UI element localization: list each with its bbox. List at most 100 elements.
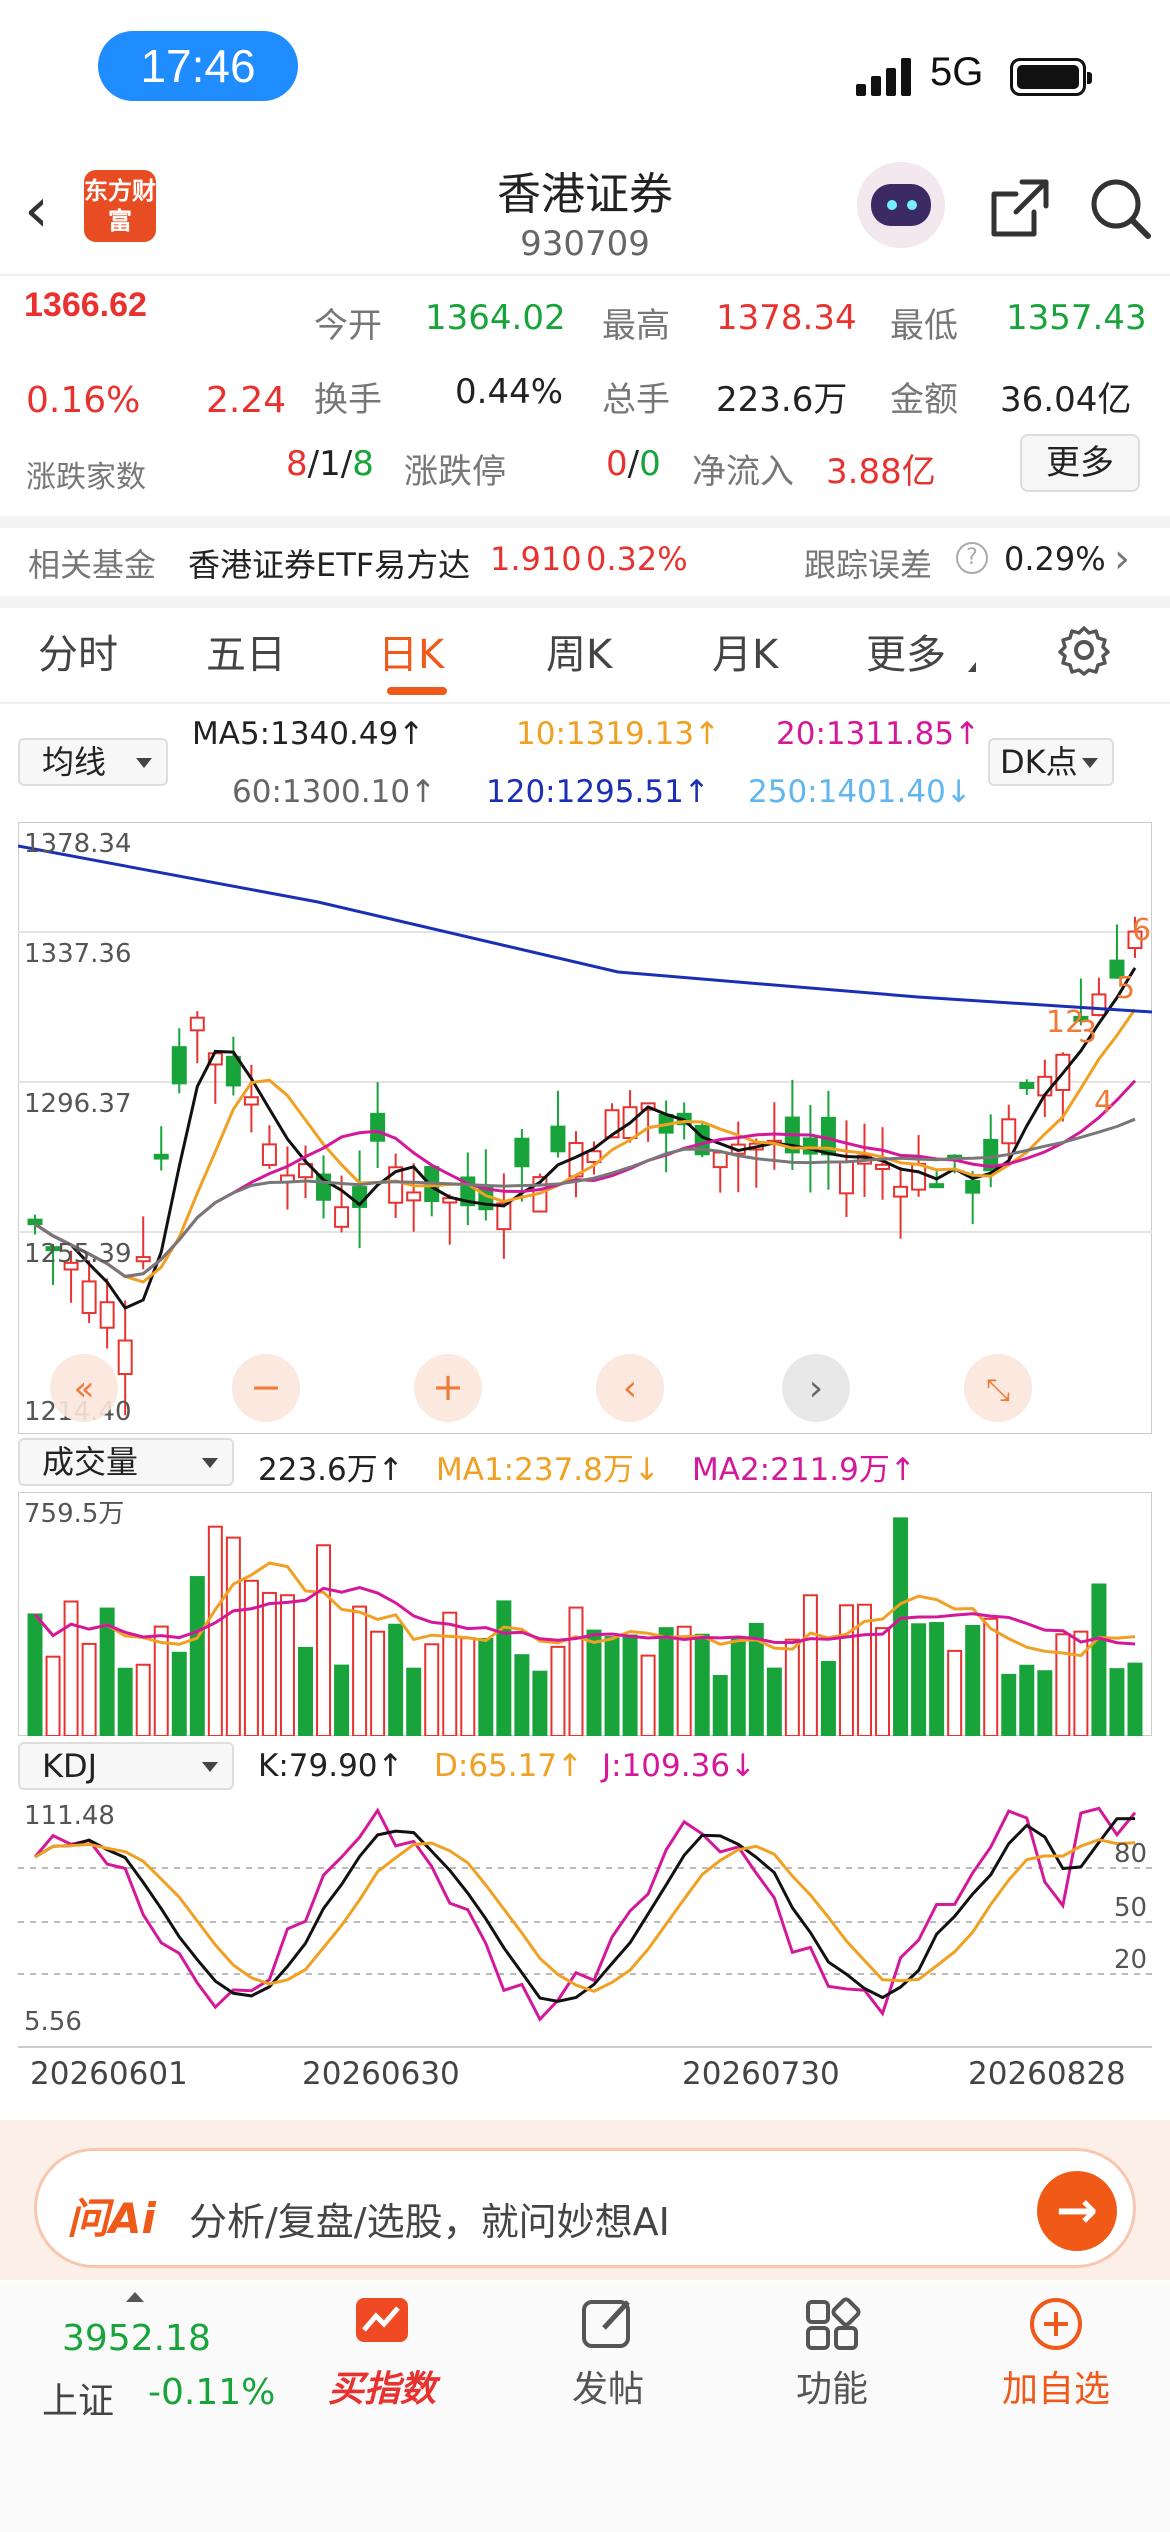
volume-bar: [63, 1600, 79, 1736]
kdj-chart: 111.48 5.56 80 50 20: [18, 1794, 1152, 2044]
indicator-selector-ma[interactable]: 均线: [18, 738, 168, 786]
jump-start-button[interactable]: «: [50, 1354, 118, 1422]
scroll-left-button[interactable]: ‹: [596, 1354, 664, 1422]
y-label-max: 1378.34: [24, 829, 132, 859]
volume-bar: [243, 1579, 259, 1736]
share-icon[interactable]: [988, 176, 1052, 240]
dk-point-button[interactable]: DK点: [988, 738, 1114, 786]
limit-label: 涨跌停: [404, 452, 506, 492]
tracking-error-value: 0.29%: [1004, 540, 1106, 578]
kline-chart[interactable]: 1378.34 1337.36 1296.37 1255.39 1214.40 …: [18, 822, 1152, 1434]
fund-label: 相关基金: [28, 546, 157, 584]
volume-bar: [784, 1638, 800, 1736]
volume-bar: [135, 1663, 151, 1736]
inflow-label: 净流入: [692, 452, 794, 492]
kline-candle: [117, 1339, 133, 1376]
high-value: 1378.34: [716, 298, 857, 338]
network-label: 5G: [930, 50, 984, 94]
volume-bar: [352, 1605, 368, 1736]
signal-icon: [856, 58, 916, 96]
volume-bar: [1091, 1583, 1107, 1736]
volume-bar: [586, 1629, 602, 1736]
volume-bar: [424, 1643, 440, 1736]
signal-marker-4: 4: [1094, 1085, 1113, 1120]
kline-candle: [81, 1280, 97, 1314]
fund-name[interactable]: 香港证券ETF易方达: [188, 540, 470, 586]
volume-bar: [911, 1623, 927, 1736]
volume-bar: [875, 1627, 891, 1736]
volume-bar: [820, 1660, 836, 1736]
volume-bar: [983, 1617, 999, 1736]
volume-bar: [1055, 1633, 1071, 1736]
kline-candle: [27, 1218, 43, 1226]
kdj-level-80: 80: [1114, 1839, 1147, 1869]
inflow-value: 3.88亿: [826, 452, 936, 492]
active-tab-indicator: [387, 687, 447, 695]
nav-functions[interactable]: 功能: [762, 2294, 902, 2412]
svg-text:‹: ‹: [623, 1368, 637, 1409]
kline-candle: [893, 1185, 909, 1198]
settings-gear-icon[interactable]: [1058, 624, 1110, 676]
nav-add-watchlist[interactable]: 加自选: [986, 2294, 1126, 2412]
status-bar: 17:46 5G: [0, 0, 1170, 140]
volume-bar: [316, 1544, 332, 1736]
volume-bar: [189, 1576, 205, 1736]
tab-more[interactable]: 更多: [866, 622, 946, 680]
ma5-value: MA5:1340.49↑: [192, 716, 425, 752]
help-icon[interactable]: ?: [956, 542, 988, 574]
zoom-in-button[interactable]: +: [414, 1354, 482, 1422]
kline-candle: [334, 1206, 350, 1228]
tab-weekly-k[interactable]: 周K: [546, 622, 612, 680]
nav-post[interactable]: 发帖: [538, 2294, 678, 2412]
svg-text:«: «: [74, 1369, 95, 1409]
more-button[interactable]: 更多: [1020, 434, 1140, 492]
tab-intraday[interactable]: 分时: [38, 622, 118, 680]
stock-header: ‹ 东方财富 香港证券 930709: [0, 140, 1170, 275]
fund-percent: 0.32%: [586, 540, 688, 578]
fullscreen-button[interactable]: ⤡: [964, 1354, 1032, 1422]
volume-bar: [658, 1627, 674, 1736]
low-label: 最低: [890, 306, 958, 346]
ai-logo: 问Ai: [67, 2194, 156, 2243]
signal-marker-5: 5: [1116, 971, 1135, 1006]
volume-bar: [334, 1664, 350, 1736]
volume-bar: [298, 1646, 313, 1736]
volume-bar: [838, 1604, 854, 1736]
edit-icon: [582, 2300, 630, 2348]
scroll-right-button[interactable]: ›: [782, 1354, 850, 1422]
volume-bar: [261, 1591, 277, 1736]
indicator-selector-volume[interactable]: 成交量: [18, 1438, 234, 1486]
kline-candle: [838, 1160, 854, 1195]
volume-bar: [965, 1624, 981, 1736]
chevron-right-icon[interactable]: ›: [1114, 536, 1130, 582]
volume-bar: [460, 1637, 476, 1736]
change-value: 2.24: [206, 380, 287, 421]
ai-robot-icon[interactable]: [857, 162, 945, 248]
ma250-value: 250:1401.40↓: [748, 774, 972, 810]
amount-label: 金额: [890, 380, 958, 420]
zoom-out-button[interactable]: −: [232, 1354, 300, 1422]
volume-bar: [676, 1625, 692, 1736]
ai-input[interactable]: 问Ai 分析/复盘/选股，就问妙想AI →: [34, 2148, 1136, 2268]
indicator-selector-kdj[interactable]: KDJ: [18, 1742, 234, 1790]
nav-buy-index[interactable]: 买指数: [312, 2294, 452, 2412]
tab-five-day[interactable]: 五日: [206, 622, 286, 680]
kline-candle: [965, 1179, 981, 1194]
search-icon[interactable]: [1086, 174, 1154, 242]
kline-candle: [370, 1112, 386, 1142]
kline-candle: [261, 1143, 277, 1166]
svg-text:+: +: [432, 1365, 464, 1409]
kdj-d-value: D:65.17↑: [434, 1748, 584, 1784]
kline-candle: [514, 1137, 530, 1168]
limit-values: 0/0: [606, 444, 661, 484]
change-percent: 0.16%: [26, 380, 141, 421]
expand-caret-icon[interactable]: [126, 2292, 144, 2302]
arrow-right-icon[interactable]: →: [1037, 2171, 1117, 2251]
volume-bar: [550, 1645, 566, 1736]
open-label: 今开: [314, 306, 382, 346]
tab-daily-k[interactable]: 日K: [378, 622, 444, 680]
signal-marker-3: 3: [1078, 1015, 1097, 1050]
kline-candle: [153, 1153, 169, 1160]
tab-monthly-k[interactable]: 月K: [712, 622, 778, 680]
bottom-navigation: 3952.18 上证 -0.11% 买指数 发帖 功能 加自选: [0, 2282, 1170, 2532]
